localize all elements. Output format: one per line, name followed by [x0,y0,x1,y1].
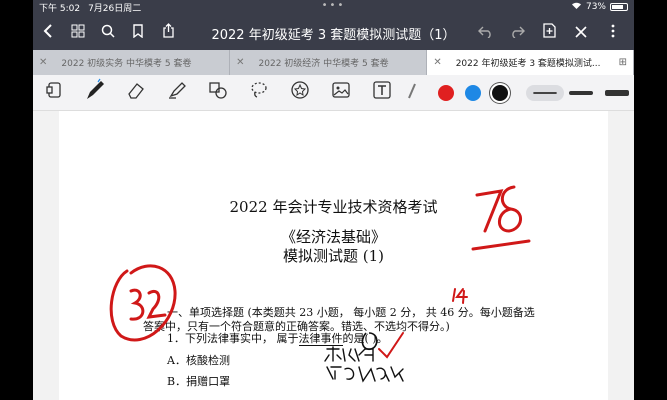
document-tabs: ✕ 2022 初级实务 中华模考 5 套卷 ✕ 2022 初级经济 中华模考 5… [33,50,634,75]
close-icon[interactable] [566,23,596,42]
ipad-screen: 下午 5:02 7月26日周二 ••• 73% 2022 年初级延考 3 套题模… [0,0,667,400]
laser-pointer-icon[interactable] [402,80,422,105]
pdf-page[interactable]: 2022 年会计专业技术资格考试 《经济法基础》 模拟测试题 (1) 一、单项选… [59,111,608,400]
battery-icon [610,3,628,11]
red-score-78 [471,185,531,251]
stroke-width-thick[interactable] [605,90,629,96]
tab-label: 2022 初级经济 中华模考 5 套卷 [258,59,389,69]
status-bar: 下午 5:02 7月26日周二 ••• 73% [33,0,634,14]
new-page-icon[interactable] [534,22,564,42]
tab-initial-economics[interactable]: ✕ 2022 初级经济 中华模考 5 套卷 [230,50,428,75]
more-icon[interactable] [598,23,628,42]
bookmark-icon[interactable] [123,23,153,42]
lasso-tool-icon[interactable] [238,80,279,105]
image-tool-icon[interactable] [320,80,361,105]
back-chevron-icon[interactable] [33,23,63,42]
color-palette [438,75,508,111]
tab-close-icon[interactable]: ✕ [236,57,244,68]
color-swatch-black[interactable] [492,85,508,101]
status-time: 下午 5:02 [39,3,81,14]
search-icon[interactable] [93,23,123,42]
tab-label: 2022 初级实务 中华模考 5 套卷 [61,59,192,69]
shapes-tool-icon[interactable] [197,80,238,105]
wifi-icon [571,1,582,13]
red-check-mark [378,332,404,359]
text-tool-icon[interactable] [361,80,402,105]
status-date: 7月26日周二 [88,3,142,14]
grid-thumbnails-icon[interactable] [63,23,93,42]
battery-percent: 73% [585,2,606,12]
undo-icon[interactable] [470,23,500,42]
tab-close-icon[interactable]: ✕ [39,57,47,68]
stroke-width-picker [526,75,629,111]
multitask-dots-icon[interactable]: ••• [322,0,346,11]
color-swatch-red[interactable] [438,85,454,101]
eraser-tool-icon[interactable] [115,80,156,105]
highlighter-tool-icon[interactable] [156,80,197,105]
tab-close-icon[interactable]: ✕ [433,57,441,68]
color-swatch-blue[interactable] [465,85,481,101]
nav-bar: 2022 年初级延考 3 套题模拟测试题（1） [33,14,634,50]
red-mark-14 [452,288,468,304]
tab-mock-test-active[interactable]: ✕ 2022 年初级延考 3 套题模拟测试... ⊞ [427,50,634,75]
page-view-icon[interactable] [33,81,74,104]
redo-icon[interactable] [502,23,532,42]
annotation-toolbar [33,75,634,111]
sticker-tool-icon[interactable] [279,80,320,105]
document-viewport[interactable]: 2022 年会计专业技术资格考试 《经济法基础》 模拟测试题 (1) 一、单项选… [33,111,634,400]
stroke-width-thin[interactable] [526,85,564,101]
black-answer-circle [361,332,378,351]
red-circled-32 [109,264,177,342]
tab-initial-practice[interactable]: ✕ 2022 初级实务 中华模考 5 套卷 [33,50,231,75]
stroke-width-medium[interactable] [569,91,593,95]
pen-tool-icon[interactable] [74,78,115,107]
new-tab-icon[interactable]: ⊞ [619,57,627,68]
share-icon[interactable] [153,22,183,42]
tab-label: 2022 年初级延考 3 套题模拟测试... [455,59,601,69]
handwritten-annotations [109,185,531,383]
